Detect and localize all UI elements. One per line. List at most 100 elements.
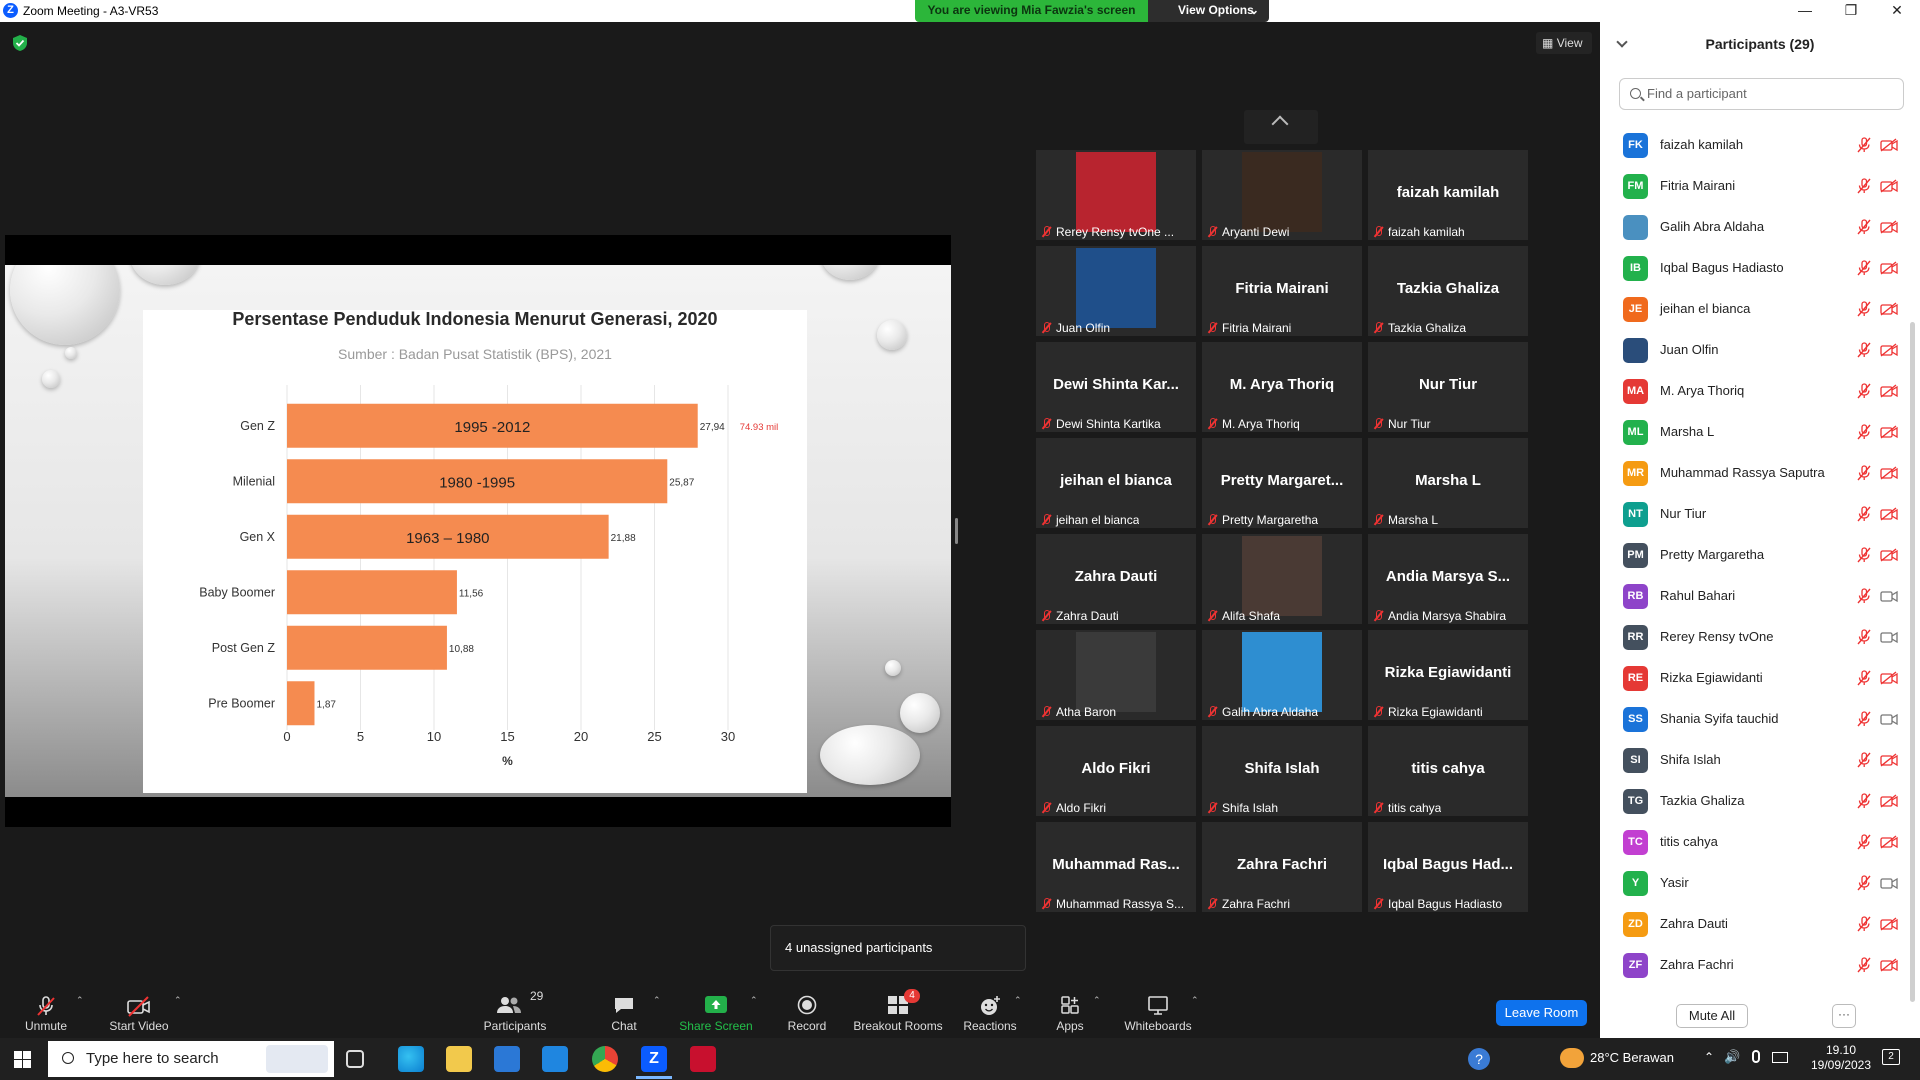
video-off-icon[interactable]: [1880, 794, 1898, 808]
participant-row[interactable]: NT Nur Tiur: [1600, 494, 1910, 535]
video-off-icon[interactable]: [1880, 384, 1898, 398]
participant-list-scrollbar[interactable]: [1910, 322, 1915, 1002]
video-on-icon[interactable]: [1880, 589, 1898, 603]
muted-mic-icon[interactable]: [1856, 465, 1872, 481]
participant-video-tile[interactable]: Zahra Fachri Zahra Fachri: [1202, 822, 1362, 912]
video-off-icon[interactable]: [1880, 138, 1898, 152]
breakout-rooms-button[interactable]: 4 Breakout Rooms: [852, 975, 944, 1038]
muted-mic-icon[interactable]: [1856, 547, 1872, 563]
video-off-icon[interactable]: [1880, 835, 1898, 849]
weather-icon[interactable]: [1560, 1048, 1584, 1068]
participant-video-tile[interactable]: Rerey Rensy tvOne ...: [1036, 150, 1196, 240]
video-off-icon[interactable]: [1880, 343, 1898, 357]
close-button[interactable]: ✕: [1874, 0, 1920, 22]
participant-video-tile[interactable]: Marsha L Marsha L: [1368, 438, 1528, 528]
participant-video-tile[interactable]: Tazkia Ghaliza Tazkia Ghaliza: [1368, 246, 1528, 336]
participant-row[interactable]: RE Rizka Egiawidanti: [1600, 658, 1910, 699]
audio-options-caret[interactable]: ⌃: [74, 975, 86, 1038]
start-video-button[interactable]: Start Video: [104, 975, 174, 1038]
participant-video-tile[interactable]: Andia Marsya S... Andia Marsya Shabira: [1368, 534, 1528, 624]
volume-icon[interactable]: 🔊: [1724, 1049, 1740, 1065]
muted-mic-icon[interactable]: [1856, 629, 1872, 645]
participant-row[interactable]: Juan Olfin: [1600, 330, 1910, 371]
participant-row[interactable]: Galih Abra Aldaha: [1600, 207, 1910, 248]
participants-button[interactable]: 29 Participants: [480, 975, 550, 1038]
security-app-icon[interactable]: [690, 1046, 716, 1072]
whiteboard-options-caret[interactable]: ⌃: [1189, 975, 1201, 1038]
mute-all-button[interactable]: Mute All: [1676, 1004, 1748, 1028]
notification-center-icon[interactable]: 2: [1882, 1049, 1900, 1065]
participant-video-tile[interactable]: Iqbal Bagus Had... Iqbal Bagus Hadiasto: [1368, 822, 1528, 912]
video-off-icon[interactable]: [1880, 958, 1898, 972]
network-icon[interactable]: [1772, 1052, 1788, 1063]
split-resize-handle[interactable]: [955, 518, 958, 544]
participant-video-tile[interactable]: titis cahya titis cahya: [1368, 726, 1528, 816]
participant-row[interactable]: ML Marsha L: [1600, 412, 1910, 453]
taskbar-search-input[interactable]: Type here to search: [48, 1041, 334, 1077]
muted-mic-icon[interactable]: [1856, 178, 1872, 194]
microphone-icon[interactable]: [1752, 1050, 1760, 1063]
participant-video-tile[interactable]: Aldo Fikri Aldo Fikri: [1036, 726, 1196, 816]
record-button[interactable]: Record: [782, 975, 832, 1038]
muted-mic-icon[interactable]: [1856, 301, 1872, 317]
muted-mic-icon[interactable]: [1856, 342, 1872, 358]
muted-mic-icon[interactable]: [1856, 383, 1872, 399]
participant-video-tile[interactable]: Dewi Shinta Kar... Dewi Shinta Kartika: [1036, 342, 1196, 432]
participant-row[interactable]: JE jeihan el bianca: [1600, 289, 1910, 330]
more-options-button[interactable]: ···: [1832, 1004, 1856, 1028]
participant-row[interactable]: TC titis cahya: [1600, 822, 1910, 863]
clock[interactable]: 19.10 19/09/2023: [1796, 1043, 1886, 1073]
participant-video-tile[interactable]: faizah kamilah faizah kamilah: [1368, 150, 1528, 240]
participant-video-tile[interactable]: Muhammad Ras... Muhammad Rassya S...: [1036, 822, 1196, 912]
participant-row[interactable]: RR Rerey Rensy tvOne: [1600, 617, 1910, 658]
participant-video-tile[interactable]: Nur Tiur Nur Tiur: [1368, 342, 1528, 432]
video-off-icon[interactable]: [1880, 425, 1898, 439]
muted-mic-icon[interactable]: [1856, 219, 1872, 235]
video-off-icon[interactable]: [1880, 220, 1898, 234]
apps-options-caret[interactable]: ⌃: [1091, 975, 1103, 1038]
video-off-icon[interactable]: [1880, 671, 1898, 685]
video-on-icon[interactable]: [1880, 712, 1898, 726]
muted-mic-icon[interactable]: [1856, 793, 1872, 809]
video-off-icon[interactable]: [1880, 507, 1898, 521]
chat-button[interactable]: Chat: [604, 975, 644, 1038]
reactions-options-caret[interactable]: ⌃: [1012, 975, 1024, 1038]
file-explorer-icon[interactable]: [446, 1046, 472, 1072]
muted-mic-icon[interactable]: [1856, 711, 1872, 727]
participant-row[interactable]: FK faizah kamilah: [1600, 125, 1910, 166]
video-off-icon[interactable]: [1880, 917, 1898, 931]
muted-mic-icon[interactable]: [1856, 137, 1872, 153]
video-on-icon[interactable]: [1880, 876, 1898, 890]
weather-text[interactable]: 28°C Berawan: [1590, 1050, 1674, 1080]
video-off-icon[interactable]: [1880, 302, 1898, 316]
participant-row[interactable]: ZF Zahra Fachri: [1600, 945, 1910, 986]
participant-video-tile[interactable]: Zahra Dauti Zahra Dauti: [1036, 534, 1196, 624]
share-options-caret[interactable]: ⌃: [748, 975, 760, 1038]
participant-row[interactable]: PM Pretty Margaretha: [1600, 535, 1910, 576]
task-view-icon[interactable]: [346, 1050, 364, 1068]
zoom-app-icon[interactable]: Z: [641, 1046, 667, 1072]
participant-video-tile[interactable]: Atha Baron: [1036, 630, 1196, 720]
participant-row[interactable]: SI Shifa Islah: [1600, 740, 1910, 781]
share-screen-button[interactable]: Share Screen: [678, 975, 754, 1038]
maximize-button[interactable]: ❐: [1828, 0, 1874, 22]
participant-row[interactable]: SS Shania Syifa tauchid: [1600, 699, 1910, 740]
participant-video-tile[interactable]: Juan Olfin: [1036, 246, 1196, 336]
minimize-button[interactable]: —: [1782, 0, 1828, 22]
muted-mic-icon[interactable]: [1856, 875, 1872, 891]
video-on-icon[interactable]: [1880, 630, 1898, 644]
participant-row[interactable]: IB Iqbal Bagus Hadiasto: [1600, 248, 1910, 289]
participant-video-tile[interactable]: jeihan el bianca jeihan el bianca: [1036, 438, 1196, 528]
security-shield-icon[interactable]: [12, 34, 28, 52]
mail-icon[interactable]: [542, 1046, 568, 1072]
gallery-page-up-button[interactable]: [1244, 110, 1318, 144]
muted-mic-icon[interactable]: [1856, 834, 1872, 850]
unassigned-participants-notice[interactable]: 4 unassigned participants: [770, 925, 1026, 971]
chat-options-caret[interactable]: ⌃: [651, 975, 663, 1038]
video-options-caret[interactable]: ⌃: [172, 975, 184, 1038]
participant-row[interactable]: TG Tazkia Ghaliza: [1600, 781, 1910, 822]
participant-row[interactable]: ZD Zahra Dauti: [1600, 904, 1910, 945]
participant-video-tile[interactable]: Pretty Margaret... Pretty Margaretha: [1202, 438, 1362, 528]
whiteboards-button[interactable]: Whiteboards: [1122, 975, 1194, 1038]
muted-mic-icon[interactable]: [1856, 670, 1872, 686]
